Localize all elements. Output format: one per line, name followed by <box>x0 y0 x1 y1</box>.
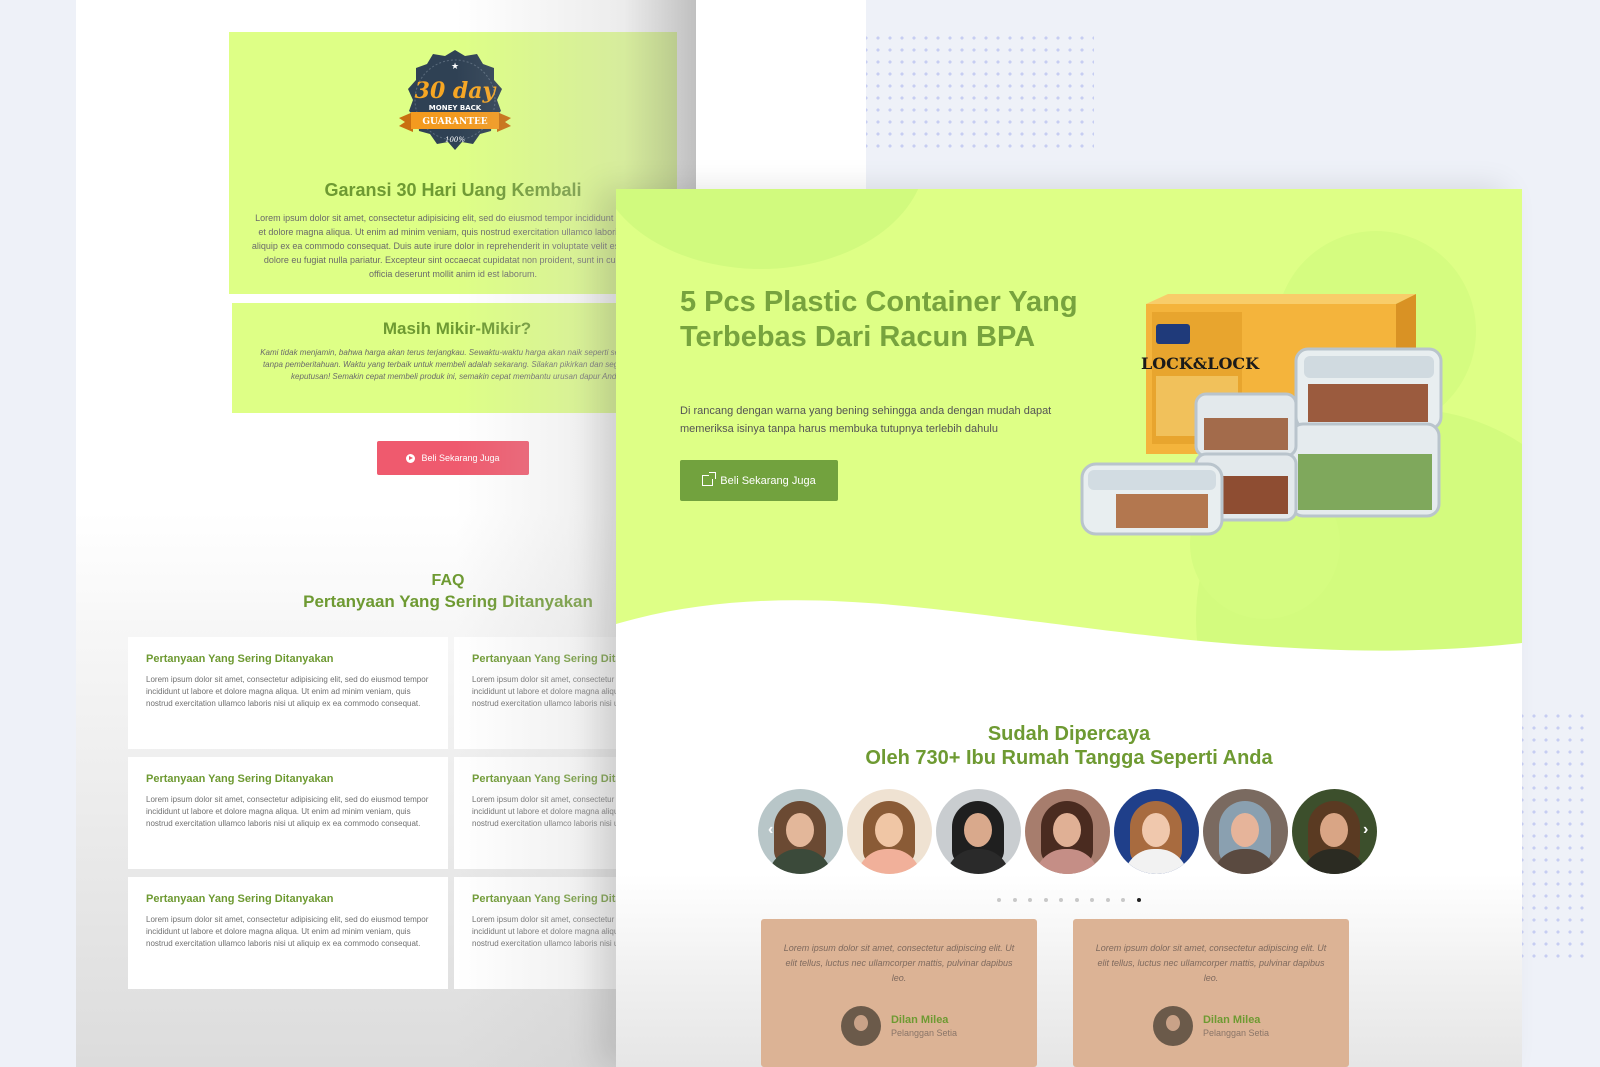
hesitate-title: Masih Mikir-Mikir? <box>382 319 532 338</box>
badge-line1: 30 day <box>415 78 498 104</box>
carousel-dot[interactable] <box>1105 898 1110 902</box>
trust-line2: Oleh 730+ Ibu Rumah Tangga Seperti Anda <box>865 747 1273 769</box>
testimonial-card: Lorem ipsum dolor sit amet, consectetur … <box>761 919 1037 1067</box>
customer-avatar[interactable] <box>1114 789 1199 874</box>
faq-question: Pertanyaan Yang Sering Ditanyakan <box>146 653 334 665</box>
carousel-prev-icon[interactable]: ‹ <box>768 821 773 839</box>
buy-now-button[interactable]: Beli Sekarang Juga <box>377 441 529 475</box>
hesitate-card: Masih Mikir-Mikir? Kami tidak menjamin, … <box>232 303 682 413</box>
decorative-dots <box>848 32 1094 154</box>
faq-answer: Lorem ipsum dolor sit amet, consectetur … <box>146 795 429 828</box>
author-role: Pelanggan Setia <box>890 1028 958 1038</box>
hesitate-text: Kami tidak menjamin, bahwa harga akan te… <box>260 348 654 381</box>
arrow-circle-icon <box>406 453 416 463</box>
customer-avatar[interactable] <box>936 789 1021 874</box>
hero-section: 5 Pcs Plastic Container Yang Terbebas Da… <box>616 189 1522 679</box>
guarantee-text: Lorem ipsum dolor sit amet, consectetur … <box>251 213 655 279</box>
customer-avatar[interactable] <box>1203 789 1288 874</box>
carousel-dots <box>616 889 1522 907</box>
badge-line2: MONEY BACK <box>429 104 482 112</box>
customer-carousel[interactable]: ‹ › <box>758 789 1384 879</box>
faq-question: Pertanyaan Yang Sering Ditanyakan <box>146 893 334 905</box>
front-page-preview: 5 Pcs Plastic Container Yang Terbebas Da… <box>616 189 1522 1067</box>
hero-description: Di rancang dengan warna yang bening sehi… <box>680 405 1052 435</box>
author-name: Dilan Milea <box>1202 1014 1261 1026</box>
avatar <box>1152 1006 1193 1046</box>
faq-item[interactable]: Pertanyaan Yang Sering Ditanyakan Lorem … <box>128 877 448 989</box>
svg-text:★: ★ <box>451 62 459 72</box>
carousel-next-icon[interactable]: › <box>1363 821 1368 839</box>
carousel-dot[interactable] <box>1059 898 1064 902</box>
customer-avatar[interactable] <box>847 789 932 874</box>
customer-avatar[interactable] <box>1025 789 1110 874</box>
decorative-blob <box>616 189 926 269</box>
hero-buy-button[interactable]: Beli Sekarang Juga <box>680 460 838 501</box>
faq-answer: Lorem ipsum dolor sit amet, consectetur … <box>146 915 429 948</box>
guarantee-card: ★ 30 day MONEY BACK GUARANTEE 100% Garan… <box>229 32 677 294</box>
badge-line3: GUARANTEE <box>422 117 487 127</box>
badge-line4: 100% <box>445 136 465 144</box>
avatar <box>840 1006 881 1046</box>
testimonial-author: Dilan Milea Pelanggan Setia <box>781 1006 1017 1046</box>
carousel-dot[interactable] <box>1090 898 1095 902</box>
carousel-dot[interactable] <box>1043 898 1048 902</box>
product-image: LOCK&LOCK <box>1080 294 1443 536</box>
faq-item[interactable]: Pertanyaan Yang Sering Ditanyakan Lorem … <box>128 757 448 869</box>
carousel-dot[interactable] <box>997 898 1002 902</box>
testimonial-text: Lorem ipsum dolor sit amet, consectetur … <box>783 943 1015 983</box>
product-brand: LOCK&LOCK <box>1141 354 1260 373</box>
carousel-dot[interactable] <box>1028 898 1033 902</box>
money-back-guarantee-badge: ★ 30 day MONEY BACK GUARANTEE 100% <box>399 50 511 150</box>
faq-question: Pertanyaan Yang Sering Ditanyakan <box>146 773 334 785</box>
carousel-dot-active[interactable] <box>1136 898 1141 902</box>
external-link-icon <box>702 472 717 486</box>
hero-buy-label: Beli Sekarang Juga <box>720 474 816 487</box>
trust-line1: Sudah Dipercaya <box>987 723 1151 745</box>
faq-item[interactable]: Pertanyaan Yang Sering Ditanyakan Lorem … <box>128 637 448 749</box>
testimonial-text: Lorem ipsum dolor sit amet, consectetur … <box>1095 943 1327 983</box>
carousel-dot[interactable] <box>1121 898 1126 902</box>
decorative-dots <box>1516 710 1590 960</box>
hero-wave <box>616 600 1522 679</box>
testimonial-card: Lorem ipsum dolor sit amet, consectetur … <box>1073 919 1349 1067</box>
hero-title: 5 Pcs Plastic Container Yang Terbebas Da… <box>680 286 1078 353</box>
testimonial-author: Dilan Milea Pelanggan Setia <box>1093 1006 1329 1046</box>
author-role: Pelanggan Setia <box>1202 1028 1270 1038</box>
faq-answer: Lorem ipsum dolor sit amet, consectetur … <box>146 675 429 708</box>
buy-now-label: Beli Sekarang Juga <box>421 453 500 463</box>
trust-heading: Sudah Dipercaya Oleh 730+ Ibu Rumah Tang… <box>616 722 1522 770</box>
carousel-dot[interactable] <box>1074 898 1079 902</box>
author-name: Dilan Milea <box>890 1014 949 1026</box>
guarantee-title: Garansi 30 Hari Uang Kembali <box>324 180 582 200</box>
carousel-dot[interactable] <box>1012 898 1017 902</box>
